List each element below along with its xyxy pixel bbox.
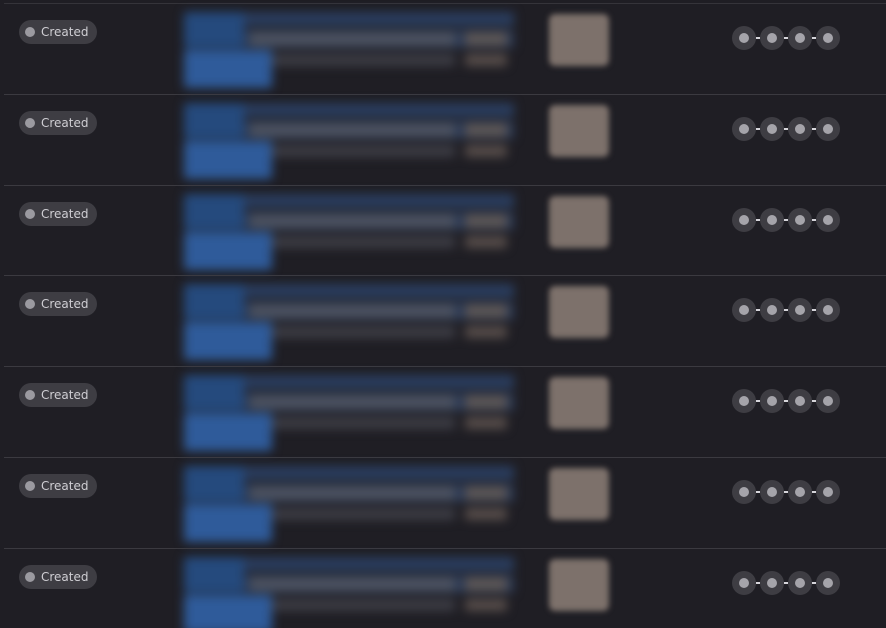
status-label: Created — [41, 25, 89, 39]
pipeline-step-icon[interactable] — [788, 208, 812, 232]
pipeline-step-icon[interactable] — [788, 26, 812, 50]
pipeline-steps[interactable] — [732, 571, 840, 595]
avatar[interactable] — [549, 559, 609, 611]
pipeline-steps[interactable] — [732, 208, 840, 232]
pipeline-step-icon[interactable] — [760, 389, 784, 413]
pipeline-step-icon[interactable] — [816, 117, 840, 141]
table-row[interactable]: Created — [4, 185, 886, 276]
avatar[interactable] — [549, 105, 609, 157]
pipeline-step-icon[interactable] — [788, 571, 812, 595]
status-label: Created — [41, 207, 89, 221]
status-badge[interactable]: Created — [19, 292, 97, 316]
table-row[interactable]: Created — [4, 457, 886, 548]
pipeline-steps[interactable] — [732, 480, 840, 504]
status-dot-icon — [25, 572, 35, 582]
status-badge[interactable]: Created — [19, 202, 97, 226]
pipeline-step-icon[interactable] — [760, 571, 784, 595]
status-badge[interactable]: Created — [19, 383, 97, 407]
pipeline-step-icon[interactable] — [816, 298, 840, 322]
avatar[interactable] — [549, 196, 609, 248]
pipeline-step-icon[interactable] — [732, 298, 756, 322]
pipeline-step-icon[interactable] — [732, 208, 756, 232]
avatar[interactable] — [549, 377, 609, 429]
status-badge[interactable]: Created — [19, 474, 97, 498]
pipeline-step-icon[interactable] — [732, 26, 756, 50]
table-row[interactable]: Created — [4, 548, 886, 628]
pipeline-step-icon[interactable] — [732, 117, 756, 141]
job-info-redacted[interactable] — [180, 464, 525, 548]
status-badge[interactable]: Created — [19, 111, 97, 135]
pipeline-steps[interactable] — [732, 389, 840, 413]
pipeline-step-icon[interactable] — [816, 571, 840, 595]
pipeline-step-icon[interactable] — [760, 26, 784, 50]
status-dot-icon — [25, 299, 35, 309]
job-info-redacted[interactable] — [180, 101, 525, 185]
pipeline-step-icon[interactable] — [816, 26, 840, 50]
job-info-redacted[interactable] — [180, 10, 525, 94]
pipeline-step-icon[interactable] — [816, 480, 840, 504]
pipeline-step-icon[interactable] — [788, 389, 812, 413]
pipeline-step-icon[interactable] — [788, 298, 812, 322]
pipeline-step-icon[interactable] — [816, 389, 840, 413]
status-dot-icon — [25, 118, 35, 128]
status-label: Created — [41, 297, 89, 311]
table-row[interactable]: Created — [4, 94, 886, 185]
status-label: Created — [41, 116, 89, 130]
table-row[interactable]: Created — [4, 366, 886, 457]
status-dot-icon — [25, 209, 35, 219]
pipeline-step-icon[interactable] — [760, 480, 784, 504]
job-info-redacted[interactable] — [180, 373, 525, 457]
status-dot-icon — [25, 390, 35, 400]
avatar[interactable] — [549, 286, 609, 338]
pipeline-steps[interactable] — [732, 298, 840, 322]
status-label: Created — [41, 479, 89, 493]
jobs-table: Created Created Created Created Created … — [0, 0, 886, 628]
status-dot-icon — [25, 27, 35, 37]
pipeline-step-icon[interactable] — [788, 480, 812, 504]
table-row[interactable]: Created — [4, 3, 886, 94]
table-row[interactable]: Created — [4, 275, 886, 366]
pipeline-step-icon[interactable] — [732, 389, 756, 413]
pipeline-steps[interactable] — [732, 117, 840, 141]
pipeline-step-icon[interactable] — [760, 298, 784, 322]
status-dot-icon — [25, 481, 35, 491]
job-info-redacted[interactable] — [180, 282, 525, 366]
pipeline-steps[interactable] — [732, 26, 840, 50]
job-info-redacted[interactable] — [180, 555, 525, 628]
pipeline-step-icon[interactable] — [732, 480, 756, 504]
pipeline-step-icon[interactable] — [760, 117, 784, 141]
pipeline-step-icon[interactable] — [788, 117, 812, 141]
status-label: Created — [41, 570, 89, 584]
job-info-redacted[interactable] — [180, 192, 525, 276]
pipeline-step-icon[interactable] — [760, 208, 784, 232]
status-badge[interactable]: Created — [19, 565, 97, 589]
pipeline-step-icon[interactable] — [816, 208, 840, 232]
avatar[interactable] — [549, 14, 609, 66]
avatar[interactable] — [549, 468, 609, 520]
status-badge[interactable]: Created — [19, 20, 97, 44]
status-label: Created — [41, 388, 89, 402]
pipeline-step-icon[interactable] — [732, 571, 756, 595]
